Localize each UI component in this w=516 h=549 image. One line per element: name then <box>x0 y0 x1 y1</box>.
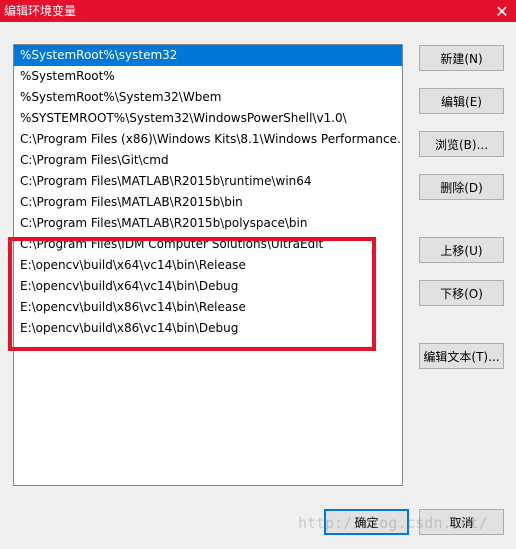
browse-button[interactable]: 浏览(B)... <box>419 131 504 157</box>
list-item[interactable]: C:\Program Files\Git\cmd <box>14 150 402 171</box>
title-bar[interactable]: 编辑环境变量 ✕ <box>0 0 516 22</box>
list-item[interactable]: %SystemRoot%\system32 <box>14 45 402 66</box>
ok-button[interactable]: 确定 <box>324 509 409 535</box>
list-item[interactable]: E:\opencv\build\x86\vc14\bin\Release <box>14 297 402 318</box>
list-item[interactable]: %SystemRoot% <box>14 66 402 87</box>
list-item[interactable]: E:\opencv\build\x64\vc14\bin\Debug <box>14 276 402 297</box>
edit-text-button[interactable]: 编辑文本(T)... <box>419 343 504 369</box>
list-item[interactable]: C:\Program Files\MATLAB\R2015b\runtime\w… <box>14 171 402 192</box>
new-button[interactable]: 新建(N) <box>419 45 504 71</box>
list-item[interactable]: E:\opencv\build\x86\vc14\bin\Debug <box>14 318 402 339</box>
path-list[interactable]: %SystemRoot%\system32 %SystemRoot% %Syst… <box>13 44 403 486</box>
list-item[interactable]: %SYSTEMROOT%\System32\WindowsPowerShell\… <box>14 108 402 129</box>
list-item[interactable]: %SystemRoot%\System32\Wbem <box>14 87 402 108</box>
move-up-button[interactable]: 上移(U) <box>419 237 504 263</box>
list-item[interactable]: E:\opencv\build\x64\vc14\bin\Release <box>14 255 402 276</box>
move-down-button[interactable]: 下移(O) <box>419 280 504 306</box>
delete-button[interactable]: 删除(D) <box>419 174 504 200</box>
list-item[interactable]: C:\Program Files\MATLAB\R2015b\bin <box>14 192 402 213</box>
close-icon[interactable]: ✕ <box>488 0 516 22</box>
edit-button[interactable]: 编辑(E) <box>419 88 504 114</box>
cancel-button[interactable]: 取消 <box>419 509 504 535</box>
window-title: 编辑环境变量 <box>4 4 77 18</box>
list-item[interactable]: C:\Program Files\MATLAB\R2015b\polyspace… <box>14 213 402 234</box>
list-item[interactable]: C:\Program Files\IDM Computer Solutions\… <box>14 234 402 255</box>
list-item[interactable]: C:\Program Files (x86)\Windows Kits\8.1\… <box>14 129 402 150</box>
